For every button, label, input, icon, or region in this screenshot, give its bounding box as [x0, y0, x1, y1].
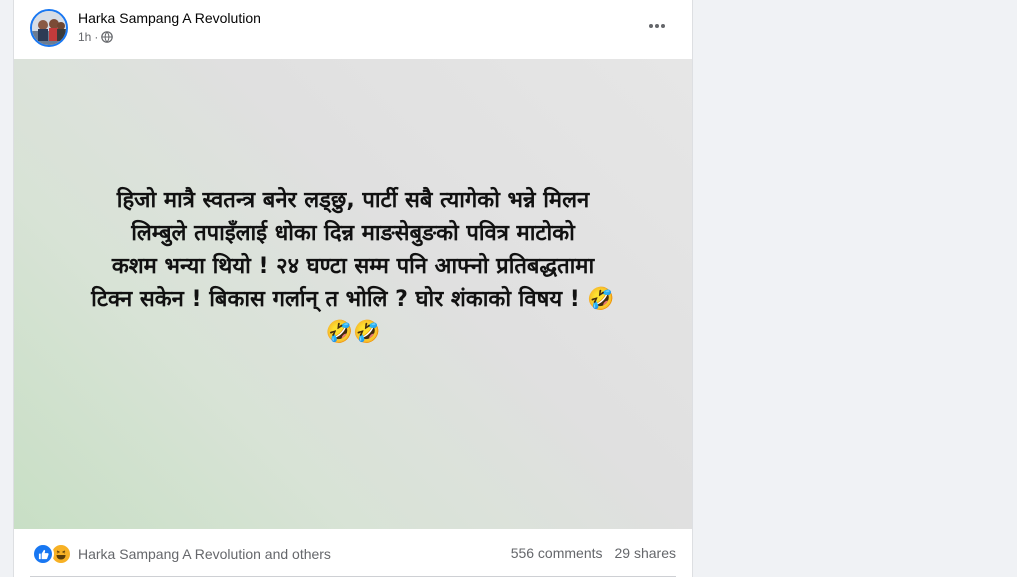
post-header: Harka Sampang A Revolution 1h · — [14, 0, 692, 58]
post-content[interactable]: हिजो मात्रै स्वतन्त्र बनेर लड्छु, पार्टी… — [14, 59, 692, 529]
post-footer: Harka Sampang A Revolution and others 55… — [14, 530, 692, 577]
feed-post: Harka Sampang A Revolution 1h · हिजो मात… — [13, 0, 693, 577]
more-horizontal-icon — [649, 24, 665, 28]
engagement-counts: 556 comments 29 shares — [511, 545, 676, 561]
comments-count[interactable]: 556 comments — [511, 545, 603, 561]
reaction-summary[interactable]: Harka Sampang A Revolution and others — [32, 543, 331, 565]
avatar-image — [32, 11, 66, 45]
globe-icon[interactable] — [101, 31, 114, 43]
like-icon — [32, 543, 54, 565]
author-name[interactable]: Harka Sampang A Revolution — [78, 10, 261, 26]
meta-separator: · — [94, 30, 99, 44]
reactors-text[interactable]: Harka Sampang A Revolution and others — [78, 546, 331, 562]
post-meta: 1h · — [78, 30, 114, 44]
post-text-line: टिक्न सकेन ! बिकास गर्लान् त भोलि ? घोर … — [91, 287, 615, 312]
shares-count[interactable]: 29 shares — [615, 545, 676, 561]
post-text-line: हिजो मात्रै स्वतन्त्र बनेर लड्छु, पार्टी… — [116, 188, 590, 213]
author-avatar[interactable] — [30, 9, 68, 47]
post-text-line: 🤣🤣 — [325, 320, 381, 345]
post-time[interactable]: 1h — [78, 30, 91, 44]
post-text-line: लिम्बुले तपाइँलाई धोका दिन्न माङसेबुङको … — [131, 221, 575, 246]
post-text: हिजो मात्रै स्वतन्त्र बनेर लड्छु, पार्टी… — [43, 184, 663, 349]
post-text-line: कशम भन्या थियो ! २४ घण्टा सम्म पनि आफ्नो… — [111, 254, 595, 279]
more-options-button[interactable] — [642, 14, 672, 38]
